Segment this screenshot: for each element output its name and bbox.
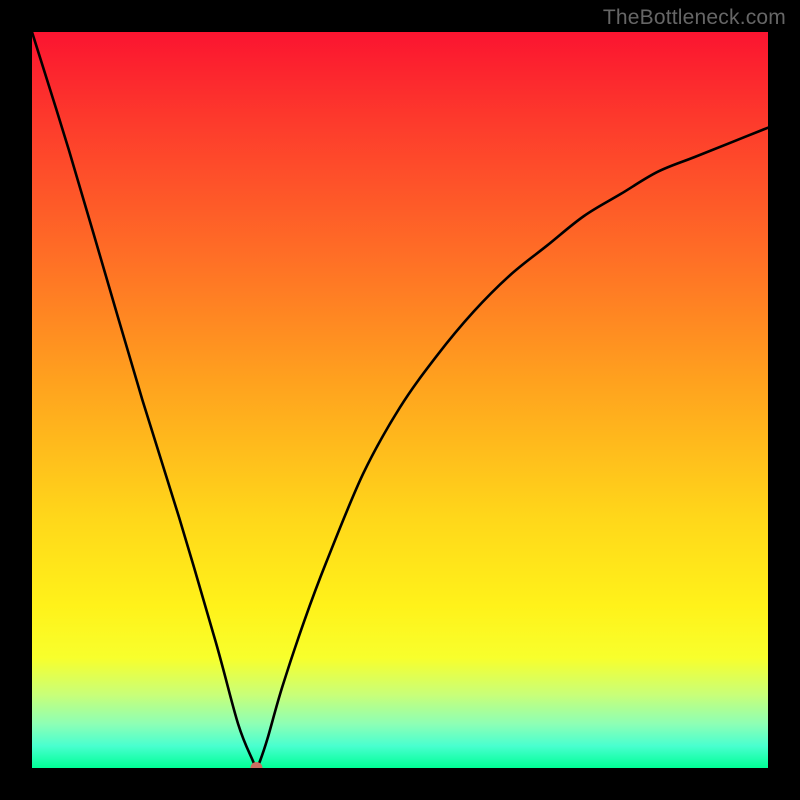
minimum-marker (250, 762, 262, 768)
bottleneck-curve-path (32, 32, 768, 768)
line-plot-svg (32, 32, 768, 768)
plot-area (32, 32, 768, 768)
watermark-label: TheBottleneck.com (603, 6, 786, 30)
chart-frame: TheBottleneck.com (0, 0, 800, 800)
